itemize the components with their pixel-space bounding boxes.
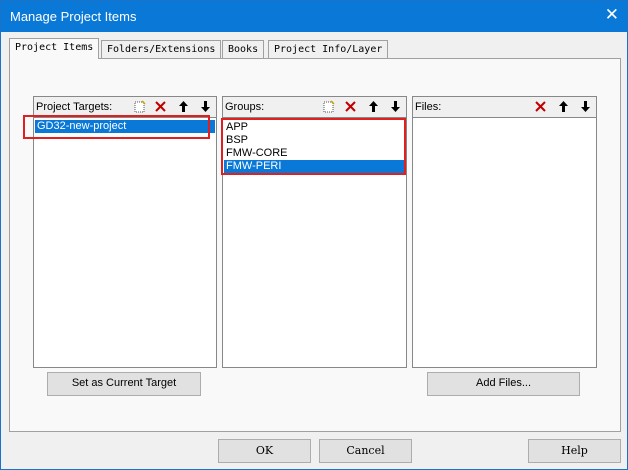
manage-project-items-dialog: Manage Project Items ✕ Project Items Fol… [0,0,628,470]
move-up-arrow-icon[interactable] [364,98,382,115]
files-header: Files: [413,97,596,118]
files-label: Files: [415,101,442,113]
close-icon[interactable]: ✕ [605,6,619,24]
delete-x-icon[interactable] [341,98,359,115]
list-item-group[interactable]: BSP [224,134,405,147]
move-up-arrow-icon[interactable] [554,98,572,115]
files-list[interactable]: Files: [412,96,597,368]
move-down-arrow-icon[interactable] [196,98,214,115]
tab-books[interactable]: Books [222,40,265,58]
window-title: Manage Project Items [10,9,137,24]
tab-project-items[interactable]: Project Items [9,38,100,59]
set-as-current-target-button[interactable]: Set as Current Target [47,372,201,396]
move-down-arrow-icon[interactable] [386,98,404,115]
new-item-icon[interactable] [319,98,337,115]
list-item-group[interactable]: FMW-CORE [224,147,405,160]
tab-project-info-layer[interactable]: Project Info/Layer [268,40,389,58]
new-item-icon[interactable] [130,98,148,115]
title-bar[interactable]: Manage Project Items ✕ [1,1,627,32]
delete-x-icon[interactable] [531,98,549,115]
tab-folders-extensions[interactable]: Folders/Extensions [101,40,222,58]
project-targets-label: Project Targets: [36,101,113,113]
groups-list[interactable]: Groups: APP BSP FMW-CORE FMW-PERI [222,96,407,368]
add-files-button[interactable]: Add Files... [427,372,580,396]
project-targets-header: Project Targets: [34,97,216,118]
list-item-target[interactable]: GD32-new-project [35,120,215,133]
tab-panel-project-items: Project Targets: GD32-new-project Groups… [9,58,621,432]
move-down-arrow-icon[interactable] [576,98,594,115]
groups-header: Groups: [223,97,406,118]
move-up-arrow-icon[interactable] [174,98,192,115]
groups-label: Groups: [225,101,265,113]
cancel-button[interactable]: Cancel [319,439,412,463]
list-item-group[interactable]: FMW-PERI [224,160,405,173]
list-item-group[interactable]: APP [224,121,405,134]
delete-x-icon[interactable] [151,98,169,115]
help-button[interactable]: Help [528,439,621,463]
project-targets-list[interactable]: Project Targets: GD32-new-project [33,96,217,368]
ok-button[interactable]: OK [218,439,311,463]
